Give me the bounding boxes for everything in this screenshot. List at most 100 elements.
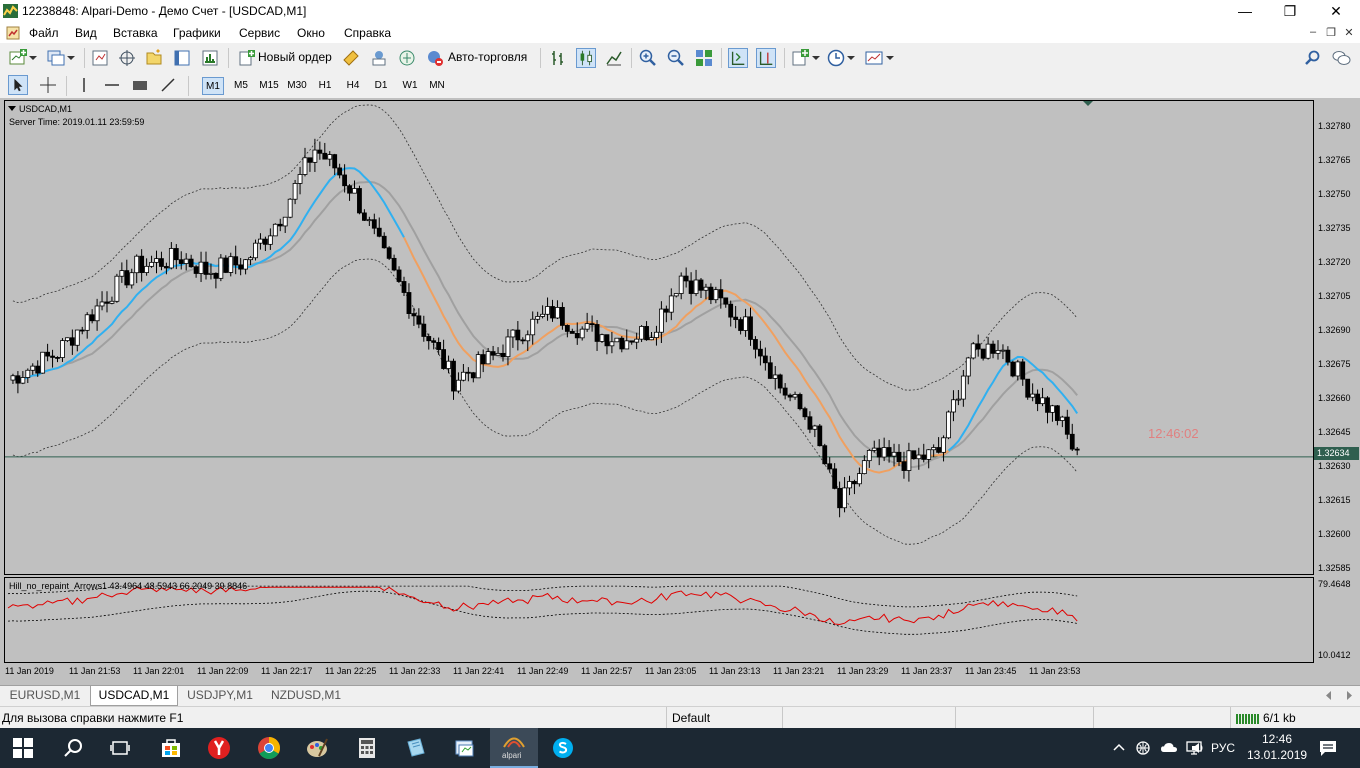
timeframe-h1[interactable]: H1: [314, 77, 336, 95]
tile-windows-icon[interactable]: [694, 48, 714, 68]
chevron-down-icon[interactable]: [812, 56, 820, 61]
search-icon[interactable]: [1303, 48, 1323, 68]
timeframe-m30[interactable]: M30: [284, 77, 310, 95]
mdi-minimize-button[interactable]: –: [1304, 26, 1322, 38]
mdi-restore-button[interactable]: ❐: [1322, 26, 1340, 39]
bear-candle: [748, 316, 753, 340]
timeframe-d1[interactable]: D1: [370, 77, 392, 95]
paint-icon[interactable]: [305, 736, 329, 760]
volume-icon[interactable]: [1190, 740, 1206, 756]
clock-date[interactable]: 13.01.2019: [1247, 748, 1307, 762]
timeframe-h4[interactable]: H4: [342, 77, 364, 95]
auto-scroll-icon[interactable]: [728, 48, 748, 68]
input-language[interactable]: РУС: [1211, 741, 1235, 755]
data-window-icon[interactable]: [117, 48, 137, 68]
menu-charts[interactable]: Графики: [173, 26, 221, 40]
periods-clock-icon[interactable]: [826, 48, 846, 68]
timeframe-mn[interactable]: MN: [425, 77, 449, 95]
terminal-icon[interactable]: [172, 48, 192, 68]
market-icon[interactable]: [397, 48, 417, 68]
yandex-browser-icon[interactable]: [207, 736, 231, 760]
trendline-icon[interactable]: [158, 75, 178, 95]
zoom-out-icon[interactable]: [666, 48, 686, 68]
chart-shift-marker[interactable]: [1083, 101, 1093, 106]
signals-icon[interactable]: [369, 48, 389, 68]
menu-tools[interactable]: Сервис: [239, 26, 280, 40]
minimize-button[interactable]: —: [1222, 0, 1268, 23]
calculator-icon[interactable]: [355, 736, 379, 760]
chart-window-icon[interactable]: [6, 26, 20, 40]
indicators-icon[interactable]: [791, 48, 811, 68]
bear-candle: [901, 461, 907, 471]
price-axis-label: 1.32660: [1318, 393, 1351, 403]
mdi-close-button[interactable]: ✕: [1340, 26, 1358, 39]
close-button[interactable]: ✕: [1313, 0, 1359, 23]
metaeditor-icon[interactable]: [341, 48, 361, 68]
chrome-icon[interactable]: [257, 736, 281, 760]
timeframe-m5[interactable]: M5: [230, 77, 252, 95]
chart-shift-icon[interactable]: [756, 48, 776, 68]
zoom-in-icon[interactable]: [638, 48, 658, 68]
chevron-down-icon[interactable]: [8, 106, 16, 112]
price-axis-label: 1.32765: [1318, 155, 1351, 165]
chevron-down-icon[interactable]: [847, 56, 855, 61]
timeframe-m1[interactable]: M1: [202, 77, 224, 95]
chevron-down-icon[interactable]: [886, 56, 894, 61]
maximize-button[interactable]: ❐: [1267, 0, 1313, 23]
tab-scroll-left-icon[interactable]: [1325, 691, 1333, 700]
timeframe-w1[interactable]: W1: [398, 77, 422, 95]
cursor-icon[interactable]: [8, 75, 28, 95]
bull-candle: [253, 242, 258, 259]
menu-view[interactable]: Вид: [75, 26, 97, 40]
chat-icon[interactable]: [1331, 48, 1351, 68]
action-center-icon[interactable]: [1319, 739, 1337, 757]
chevron-down-icon[interactable]: [67, 56, 75, 61]
timeframe-m15[interactable]: M15: [256, 77, 282, 95]
tab-eurusd[interactable]: EURUSD,M1: [2, 686, 88, 705]
search-icon[interactable]: [62, 736, 86, 760]
network-icon[interactable]: [1135, 740, 1151, 756]
tab-usdcad[interactable]: USDCAD,M1: [90, 686, 178, 706]
menu-file[interactable]: Файл: [29, 26, 59, 40]
menu-help[interactable]: Справка: [344, 26, 391, 40]
control-panel-icon[interactable]: [453, 736, 477, 760]
new-chart-icon[interactable]: [8, 48, 28, 68]
skype-icon[interactable]: [551, 736, 575, 760]
bear-candle: [797, 394, 803, 410]
menu-window[interactable]: Окно: [297, 26, 325, 40]
new-order-button[interactable]: Новый ордер: [236, 47, 334, 69]
bull-candle: [282, 216, 288, 227]
bull-candle: [109, 300, 115, 304]
tab-nzdusd[interactable]: NZDUSD,M1: [262, 686, 350, 705]
tab-scroll-right-icon[interactable]: [1345, 691, 1353, 700]
bear-candle: [827, 463, 833, 470]
alpari-terminal-taskbutton[interactable]: alpari: [490, 728, 538, 768]
onedrive-cloud-icon[interactable]: [1160, 740, 1178, 756]
candlestick-chart-icon[interactable]: [576, 48, 596, 68]
time-axis-label: 11 Jan 23:13: [709, 666, 761, 676]
tab-usdjpy[interactable]: USDJPY,M1: [178, 686, 262, 705]
strategy-tester-icon[interactable]: [200, 48, 220, 68]
navigator-icon[interactable]: [144, 48, 164, 68]
templates-icon[interactable]: [864, 48, 884, 68]
bull-candle: [60, 340, 65, 358]
clock-time[interactable]: 12:46: [1262, 732, 1292, 746]
store-icon[interactable]: [159, 736, 183, 760]
market-watch-icon[interactable]: [90, 48, 110, 68]
chevron-up-icon[interactable]: [1113, 742, 1125, 754]
vertical-line-icon[interactable]: [74, 75, 94, 95]
bear-candle: [564, 325, 570, 332]
menu-insert[interactable]: Вставка: [113, 26, 158, 40]
windows-start-icon[interactable]: [13, 738, 33, 758]
line-chart-icon[interactable]: [604, 48, 624, 68]
bull-candle: [634, 338, 640, 343]
notepad-icon[interactable]: [404, 736, 428, 760]
bar-chart-icon[interactable]: [548, 48, 568, 68]
crosshair-icon[interactable]: [38, 75, 58, 95]
profiles-icon[interactable]: [46, 48, 66, 68]
horizontal-line-icon[interactable]: [102, 75, 122, 95]
task-view-icon[interactable]: [108, 736, 132, 760]
chevron-down-icon[interactable]: [29, 56, 37, 61]
auto-trading-button[interactable]: Авто-торговля: [424, 47, 534, 69]
rectangle-icon[interactable]: [130, 75, 150, 95]
